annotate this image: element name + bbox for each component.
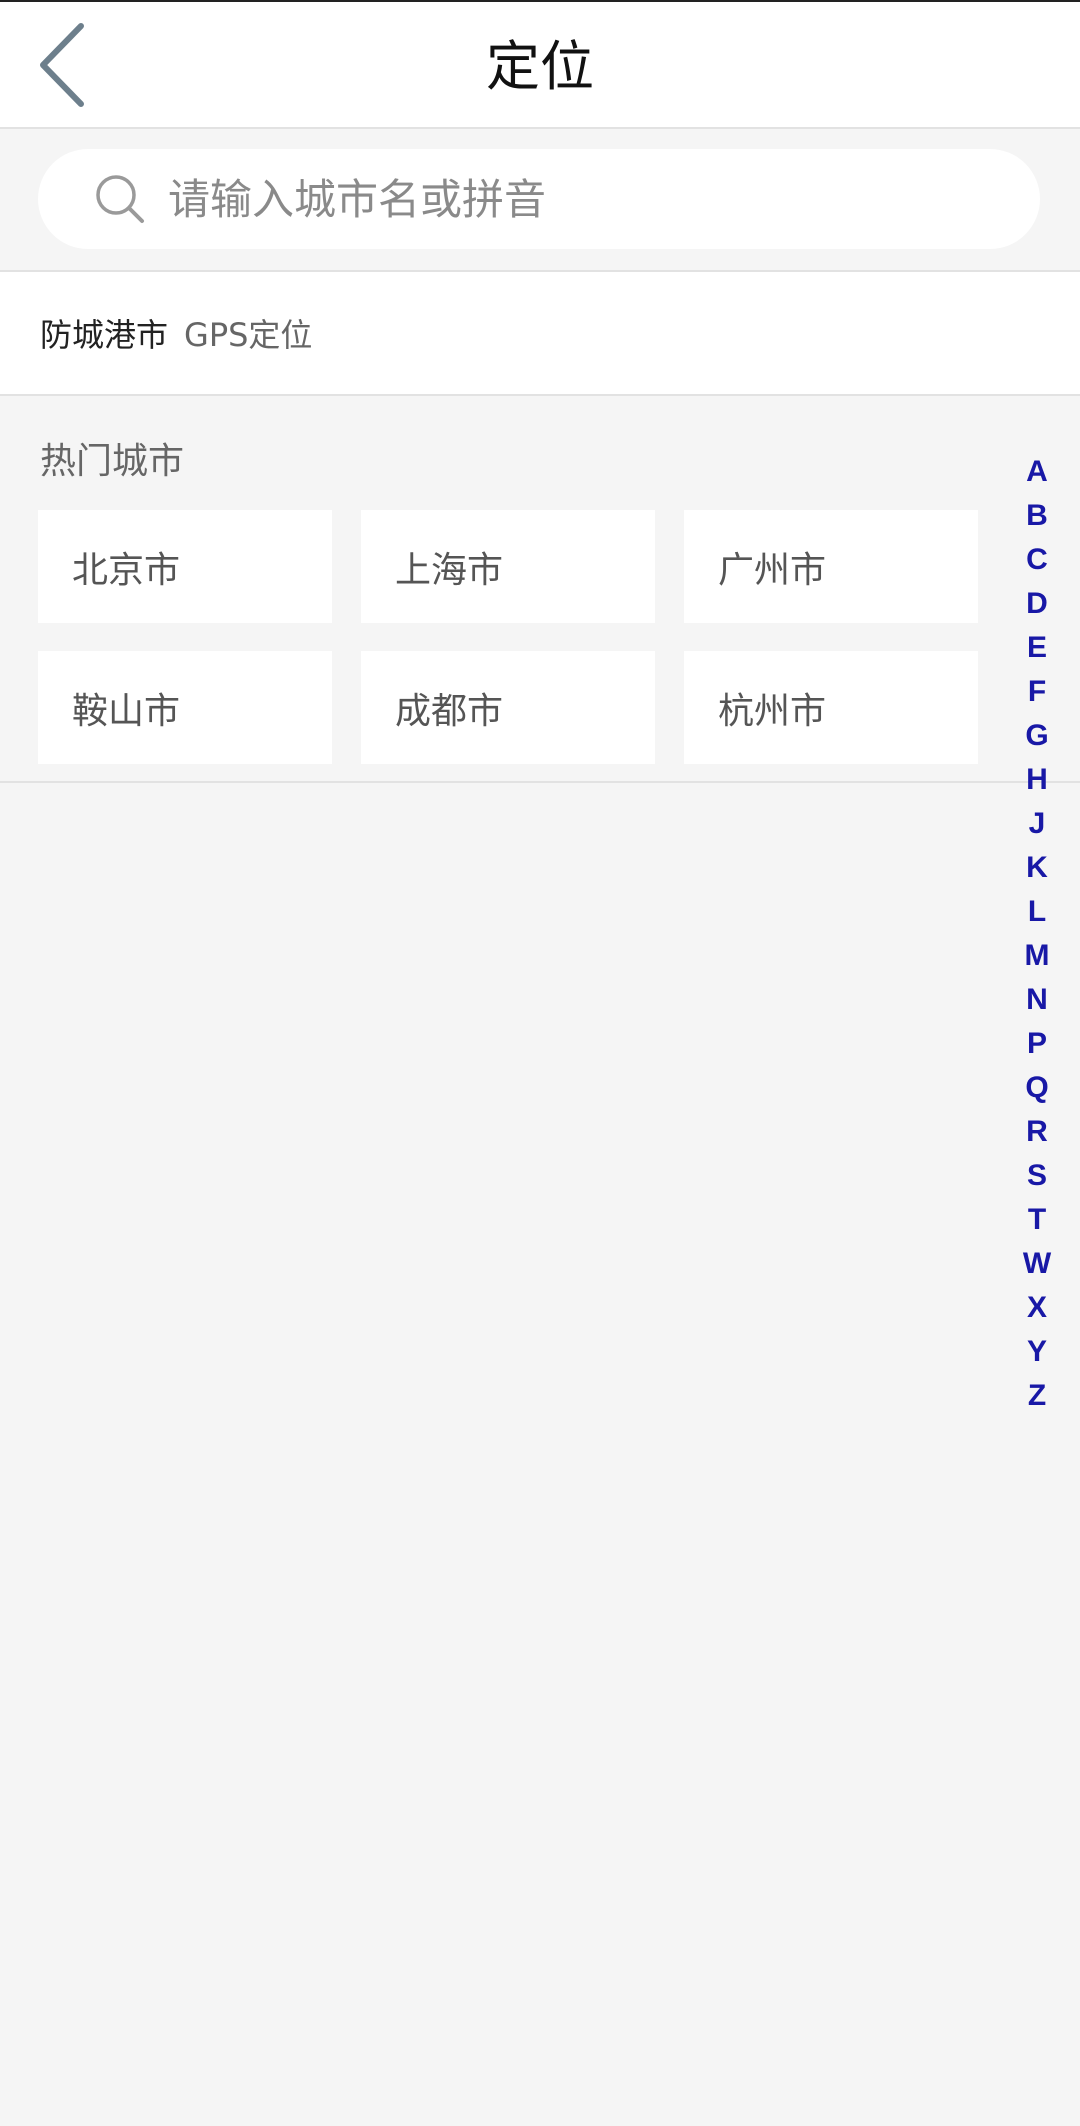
city-button-hangzhou[interactable]: 杭州市 xyxy=(684,651,978,764)
location-page: 定位 防城港市 GPS定位 热门城市 北京市 上海市 广州市 鞍山市 成都市 杭… xyxy=(0,0,1080,2126)
index-letter-w[interactable]: W xyxy=(1017,1242,1057,1286)
search-input[interactable] xyxy=(168,164,1040,234)
current-city: 防城港市 xyxy=(40,316,169,354)
index-letter-p[interactable]: P xyxy=(1017,1022,1057,1066)
index-letter-s[interactable]: S xyxy=(1017,1154,1057,1198)
index-letter-c[interactable]: C xyxy=(1017,538,1057,582)
search-section xyxy=(0,129,1080,270)
index-letter-l[interactable]: L xyxy=(1017,890,1057,934)
search-icon xyxy=(96,175,144,223)
index-letter-d[interactable]: D xyxy=(1017,582,1057,626)
index-letter-n[interactable]: N xyxy=(1017,978,1057,1022)
search-box[interactable] xyxy=(38,149,1040,249)
index-letter-a[interactable]: A xyxy=(1017,450,1057,494)
top-bar: 定位 xyxy=(0,0,1080,129)
city-button-anshan[interactable]: 鞍山市 xyxy=(38,651,332,764)
index-letter-z[interactable]: Z xyxy=(1017,1374,1057,1418)
index-letter-m[interactable]: M xyxy=(1017,934,1057,978)
city-button-shanghai[interactable]: 上海市 xyxy=(361,510,655,623)
index-letter-g[interactable]: G xyxy=(1017,714,1057,758)
city-button-chengdu[interactable]: 成都市 xyxy=(361,651,655,764)
index-letter-b[interactable]: B xyxy=(1017,494,1057,538)
current-location-row[interactable]: 防城港市 GPS定位 xyxy=(0,270,1080,396)
city-button-beijing[interactable]: 北京市 xyxy=(38,510,332,623)
index-letter-q[interactable]: Q xyxy=(1017,1066,1057,1110)
hot-cities-title: 热门城市 xyxy=(40,441,185,482)
divider xyxy=(0,781,1080,783)
gps-label: GPS定位 xyxy=(184,316,313,354)
city-button-guangzhou[interactable]: 广州市 xyxy=(684,510,978,623)
index-letter-t[interactable]: T xyxy=(1017,1198,1057,1242)
index-letter-y[interactable]: Y xyxy=(1017,1330,1057,1374)
alphabet-index[interactable]: A B C D E F G H J K L M N P Q R S T W X … xyxy=(1017,450,1057,1418)
index-letter-h[interactable]: H xyxy=(1017,758,1057,802)
index-letter-k[interactable]: K xyxy=(1017,846,1057,890)
index-letter-f[interactable]: F xyxy=(1017,670,1057,714)
index-letter-x[interactable]: X xyxy=(1017,1286,1057,1330)
index-letter-r[interactable]: R xyxy=(1017,1110,1057,1154)
hot-cities-grid: 北京市 上海市 广州市 鞍山市 成都市 杭州市 xyxy=(38,510,978,764)
index-letter-e[interactable]: E xyxy=(1017,626,1057,670)
page-title: 定位 xyxy=(486,35,594,98)
index-letter-j[interactable]: J xyxy=(1017,802,1057,846)
